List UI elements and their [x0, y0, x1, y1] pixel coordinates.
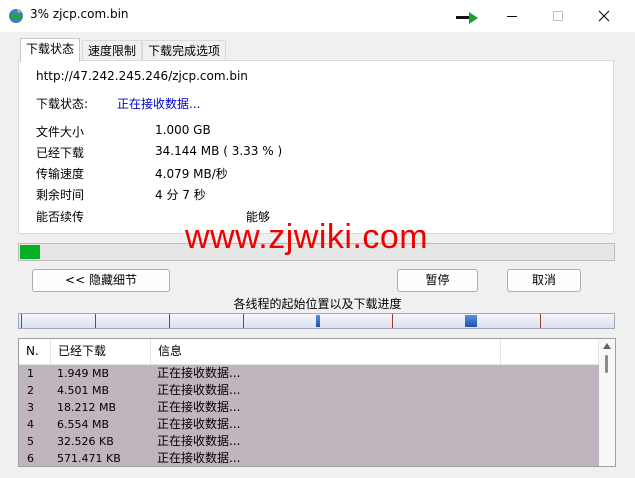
thread-start-marker — [21, 314, 22, 328]
file-size-value: 1.000 GB — [155, 123, 211, 137]
thread-progress-segment — [316, 315, 320, 327]
row-downloaded: 4.501 MB — [57, 384, 110, 397]
scrollbar-thumb[interactable] — [605, 355, 608, 373]
thread-start-marker — [95, 314, 96, 328]
row-number: 4 — [27, 418, 34, 431]
thread-start-marker — [169, 314, 170, 328]
row-number: 1 — [27, 367, 34, 380]
green-arrow-icon — [456, 12, 478, 24]
thread-list-header: N. 已经下载 信息 — [19, 339, 599, 365]
table-row[interactable]: 2 4.501 MB 正在接收数据... — [19, 382, 599, 399]
thread-progress-map — [18, 313, 615, 329]
row-downloaded: 18.212 MB — [57, 401, 117, 414]
row-number: 5 — [27, 435, 34, 448]
time-left-value: 4 分 7 秒 — [155, 188, 206, 202]
file-size-label: 文件大小 — [36, 125, 85, 139]
status-value: 正在接收数据... — [117, 97, 201, 111]
maximize-icon — [553, 11, 563, 21]
close-icon — [598, 10, 610, 22]
hide-details-button[interactable]: << 隐藏细节 — [32, 269, 170, 292]
row-info: 正在接收数据... — [157, 366, 241, 380]
vertical-scrollbar[interactable] — [599, 339, 615, 466]
row-number: 6 — [27, 452, 34, 465]
maximize-button[interactable] — [535, 0, 581, 32]
tab-download-status[interactable]: 下载状态 — [20, 38, 81, 62]
downloaded-value: 34.144 MB ( 3.33 % ) — [155, 144, 283, 158]
pause-button[interactable]: 暂停 — [397, 269, 478, 292]
row-downloaded: 6.554 MB — [57, 418, 110, 431]
status-label: 下载状态: — [36, 97, 89, 111]
idm-globe-icon — [8, 8, 24, 24]
row-info: 正在接收数据... — [157, 451, 241, 465]
window-title: 3% zjcp.com.bin — [30, 7, 129, 21]
minimize-icon — [507, 16, 517, 17]
row-info: 正在接收数据... — [157, 434, 241, 448]
download-window: 3% zjcp.com.bin 下载状态 速度限制 下载完成选项 http://… — [0, 0, 635, 478]
table-row[interactable]: 6 571.471 KB 正在接收数据... — [19, 450, 599, 466]
time-left-label: 剩余时间 — [36, 188, 85, 202]
tab-speed-limit[interactable]: 速度限制 — [82, 40, 143, 61]
thread-progress-segment — [465, 315, 477, 327]
thread-list[interactable]: N. 已经下载 信息 1 1.949 MB 正在接收数据... 2 4.501 … — [18, 338, 616, 467]
table-row[interactable]: 1 1.949 MB 正在接收数据... — [19, 365, 599, 382]
column-empty-header[interactable] — [501, 339, 599, 364]
column-info-header[interactable]: 信息 — [151, 339, 501, 364]
thread-start-marker — [540, 314, 541, 328]
column-number-header[interactable]: N. — [19, 339, 51, 364]
thread-start-marker — [392, 314, 393, 328]
table-row[interactable]: 5 32.526 KB 正在接收数据... — [19, 433, 599, 450]
downloaded-label: 已经下载 — [36, 146, 85, 160]
table-row[interactable]: 3 18.212 MB 正在接收数据... — [19, 399, 599, 416]
table-row[interactable]: 4 6.554 MB 正在接收数据... — [19, 416, 599, 433]
transfer-rate-value: 4.079 MB/秒 — [155, 167, 228, 181]
row-downloaded: 32.526 KB — [57, 435, 114, 448]
scroll-up-icon[interactable] — [603, 343, 611, 349]
status-panel — [18, 60, 614, 234]
row-downloaded: 571.471 KB — [57, 452, 121, 465]
progress-fill — [20, 245, 40, 259]
row-info: 正在接收数据... — [157, 383, 241, 397]
row-number: 3 — [27, 401, 34, 414]
column-downloaded-header[interactable]: 已经下载 — [51, 339, 151, 364]
cancel-button[interactable]: 取消 — [507, 269, 581, 292]
minimize-button[interactable] — [489, 0, 535, 32]
transfer-rate-label: 传输速度 — [36, 167, 85, 181]
row-downloaded: 1.949 MB — [57, 367, 110, 380]
close-button[interactable] — [581, 0, 627, 32]
threads-progress-title: 各线程的起始位置以及下载进度 — [233, 297, 402, 311]
row-number: 2 — [27, 384, 34, 397]
thread-start-marker — [243, 314, 244, 328]
row-info: 正在接收数据... — [157, 417, 241, 431]
tab-completion-options[interactable]: 下载完成选项 — [142, 40, 227, 61]
download-url: http://47.242.245.246/zjcp.com.bin — [36, 69, 248, 83]
row-info: 正在接收数据... — [157, 400, 241, 414]
title-bar[interactable]: 3% zjcp.com.bin — [0, 0, 635, 32]
watermark-text: www.zjwiki.com — [185, 218, 429, 256]
resume-capability-label: 能否续传 — [36, 210, 85, 224]
